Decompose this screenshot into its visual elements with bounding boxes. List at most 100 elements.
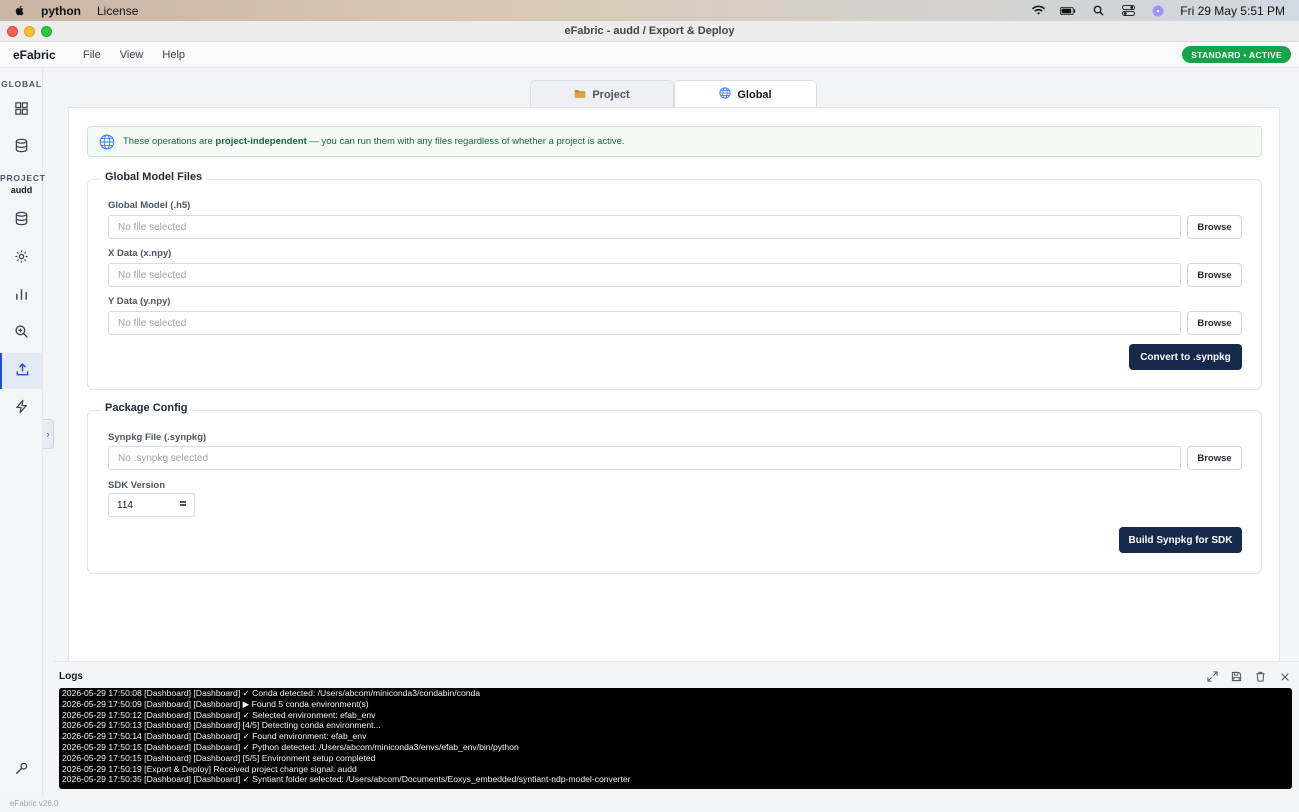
menubar-app-name[interactable]: python: [41, 4, 81, 18]
x-data-file-input[interactable]: No file selected: [108, 263, 1181, 287]
banner-emphasis: project-independent: [215, 136, 307, 147]
app-version: eFabric v26.0: [10, 799, 59, 808]
spotlight-search-icon[interactable]: [1090, 4, 1106, 18]
window-titlebar: eFabric - audd / Export & Deploy: [0, 21, 1299, 42]
save-icon[interactable]: [1230, 670, 1243, 683]
build-synpkg-button[interactable]: Build Synpkg for SDK: [1119, 527, 1242, 553]
spinner-arrows-icon[interactable]: [180, 501, 186, 507]
menu-help[interactable]: Help: [162, 49, 185, 61]
sidebar-item-dashboard[interactable]: [0, 92, 43, 128]
log-console[interactable]: 2026-05-29 17:50:08 [Dashboard] [Dashboa…: [59, 688, 1292, 789]
folder-icon: [574, 88, 586, 102]
globe-icon: [99, 134, 115, 150]
global-model-label: Global Model (.h5): [108, 200, 191, 211]
globe-icon: [719, 87, 731, 102]
sidebar-item-inspect[interactable]: [0, 315, 43, 351]
sidebar-item-global-data[interactable]: [0, 129, 43, 165]
sidebar-project-name: audd: [10, 185, 33, 195]
sidebar-section-global: GLOBAL: [1, 79, 42, 89]
log-line: 2026-05-29 17:50:13 [Dashboard] [Dashboa…: [62, 720, 381, 731]
global-operations-panel: These operations are project-independent…: [68, 107, 1280, 661]
log-line: 2026-05-29 17:50:19 [Export & Deploy] Re…: [62, 763, 357, 774]
logs-actions: [1206, 670, 1291, 683]
group-title: Package Config: [100, 402, 193, 414]
close-window-button[interactable]: [7, 26, 18, 37]
apple-icon[interactable]: [13, 4, 27, 18]
wrench-icon: [14, 761, 29, 779]
bar-chart-icon: [14, 287, 29, 305]
database-icon: [14, 211, 29, 229]
zoom-icon: [14, 324, 29, 342]
x-data-label: X Data (x.npy): [108, 248, 172, 259]
convert-to-synpkg-button[interactable]: Convert to .synpkg: [1129, 344, 1242, 370]
sidebar-item-settings[interactable]: [0, 240, 43, 276]
logs-title: Logs: [59, 671, 83, 682]
macos-menubar: python License Fri 29 May 5:51 PM: [0, 0, 1299, 21]
siri-icon[interactable]: [1150, 4, 1166, 18]
global-model-file-input[interactable]: No file selected: [108, 215, 1181, 239]
banner-text: These operations are project-independent…: [123, 136, 625, 147]
sidebar: GLOBAL PROJECT audd: [0, 68, 46, 796]
menu-file[interactable]: File: [83, 49, 101, 61]
y-data-browse-button[interactable]: Browse: [1187, 311, 1242, 335]
x-data-browse-button[interactable]: Browse: [1187, 263, 1242, 287]
sidebar-item-power[interactable]: [0, 390, 43, 426]
minimize-window-button[interactable]: [24, 26, 35, 37]
database-icon: [14, 138, 29, 156]
tab-project[interactable]: Project: [530, 80, 674, 108]
log-line: 2026-05-29 17:50:35 [Dashboard] [Dashboa…: [62, 774, 631, 785]
sidebar-item-project-data[interactable]: [0, 202, 43, 238]
logs-panel: Logs 2026-05-29 17:50:08 [Dashboard] [Da…: [54, 661, 1299, 796]
sidebar-section-project: PROJECT: [0, 173, 46, 183]
tab-label: Global: [737, 88, 772, 101]
global-model-browse-button[interactable]: Browse: [1187, 215, 1242, 239]
y-data-label: Y Data (y.npy): [108, 296, 171, 307]
global-model-files-group: Global Model Files Global Model (.h5) No…: [87, 171, 1262, 390]
log-line: 2026-05-29 17:50:14 [Dashboard] [Dashboa…: [62, 731, 367, 742]
menu-view[interactable]: View: [120, 49, 144, 61]
sidebar-expand-toggle[interactable]: ›: [43, 419, 54, 449]
app-header: eFabric File View Help STANDARD • ACTIVE: [0, 42, 1299, 68]
tab-label: Project: [592, 88, 630, 101]
zoom-window-button[interactable]: [41, 26, 52, 37]
wifi-icon[interactable]: [1030, 4, 1046, 18]
log-line: 2026-05-29 17:50:12 [Dashboard] [Dashboa…: [62, 709, 376, 720]
log-line: 2026-05-29 17:50:15 [Dashboard] [Dashboa…: [62, 752, 376, 763]
gear-icon: [14, 249, 29, 267]
menubar-clock[interactable]: Fri 29 May 5:51 PM: [1180, 4, 1285, 18]
battery-icon[interactable]: [1060, 4, 1076, 18]
window-title: eFabric - audd / Export & Deploy: [564, 25, 735, 37]
sidebar-item-export-deploy[interactable]: [0, 353, 43, 389]
sdk-version-spinbox[interactable]: 114: [108, 493, 195, 517]
banner-suffix: — you can run them with any files regard…: [306, 136, 625, 147]
log-line: 2026-05-29 17:50:15 [Dashboard] [Dashboa…: [62, 741, 519, 752]
synpkg-file-label: Synpkg File (.synpkg): [108, 432, 207, 443]
trash-icon[interactable]: [1254, 670, 1267, 683]
close-icon[interactable]: [1278, 670, 1291, 683]
tab-global[interactable]: Global: [674, 80, 817, 108]
sdk-version-value: 114: [117, 499, 133, 511]
sidebar-item-analytics[interactable]: [0, 278, 43, 314]
app-brand: eFabric: [13, 47, 56, 62]
sidebar-item-tools[interactable]: [0, 752, 43, 788]
control-center-icon[interactable]: [1120, 4, 1136, 18]
log-line: 2026-05-29 17:50:09 [Dashboard] [Dashboa…: [62, 698, 369, 709]
info-banner: These operations are project-independent…: [87, 126, 1262, 157]
menubar-license[interactable]: License: [97, 4, 138, 18]
sdk-version-label: SDK Version: [108, 480, 166, 491]
group-title: Global Model Files: [100, 171, 208, 183]
bolt-icon: [14, 399, 29, 417]
grid-icon: [14, 101, 29, 119]
package-config-group: Package Config Synpkg File (.synpkg) No …: [87, 402, 1262, 574]
synpkg-file-input[interactable]: No .synpkg selected: [108, 446, 1181, 470]
chevron-right-icon: ›: [46, 429, 50, 439]
log-line: 2026-05-29 17:50:08 [Dashboard] [Dashboa…: [62, 688, 481, 698]
synpkg-browse-button[interactable]: Browse: [1187, 446, 1242, 470]
banner-prefix: These operations are: [123, 136, 216, 147]
footer: [0, 796, 1299, 812]
expand-icon[interactable]: [1206, 670, 1219, 683]
window-controls: [7, 26, 52, 37]
upload-icon: [15, 362, 30, 380]
status-badge: STANDARD • ACTIVE: [1182, 46, 1291, 63]
y-data-file-input[interactable]: No file selected: [108, 311, 1181, 335]
